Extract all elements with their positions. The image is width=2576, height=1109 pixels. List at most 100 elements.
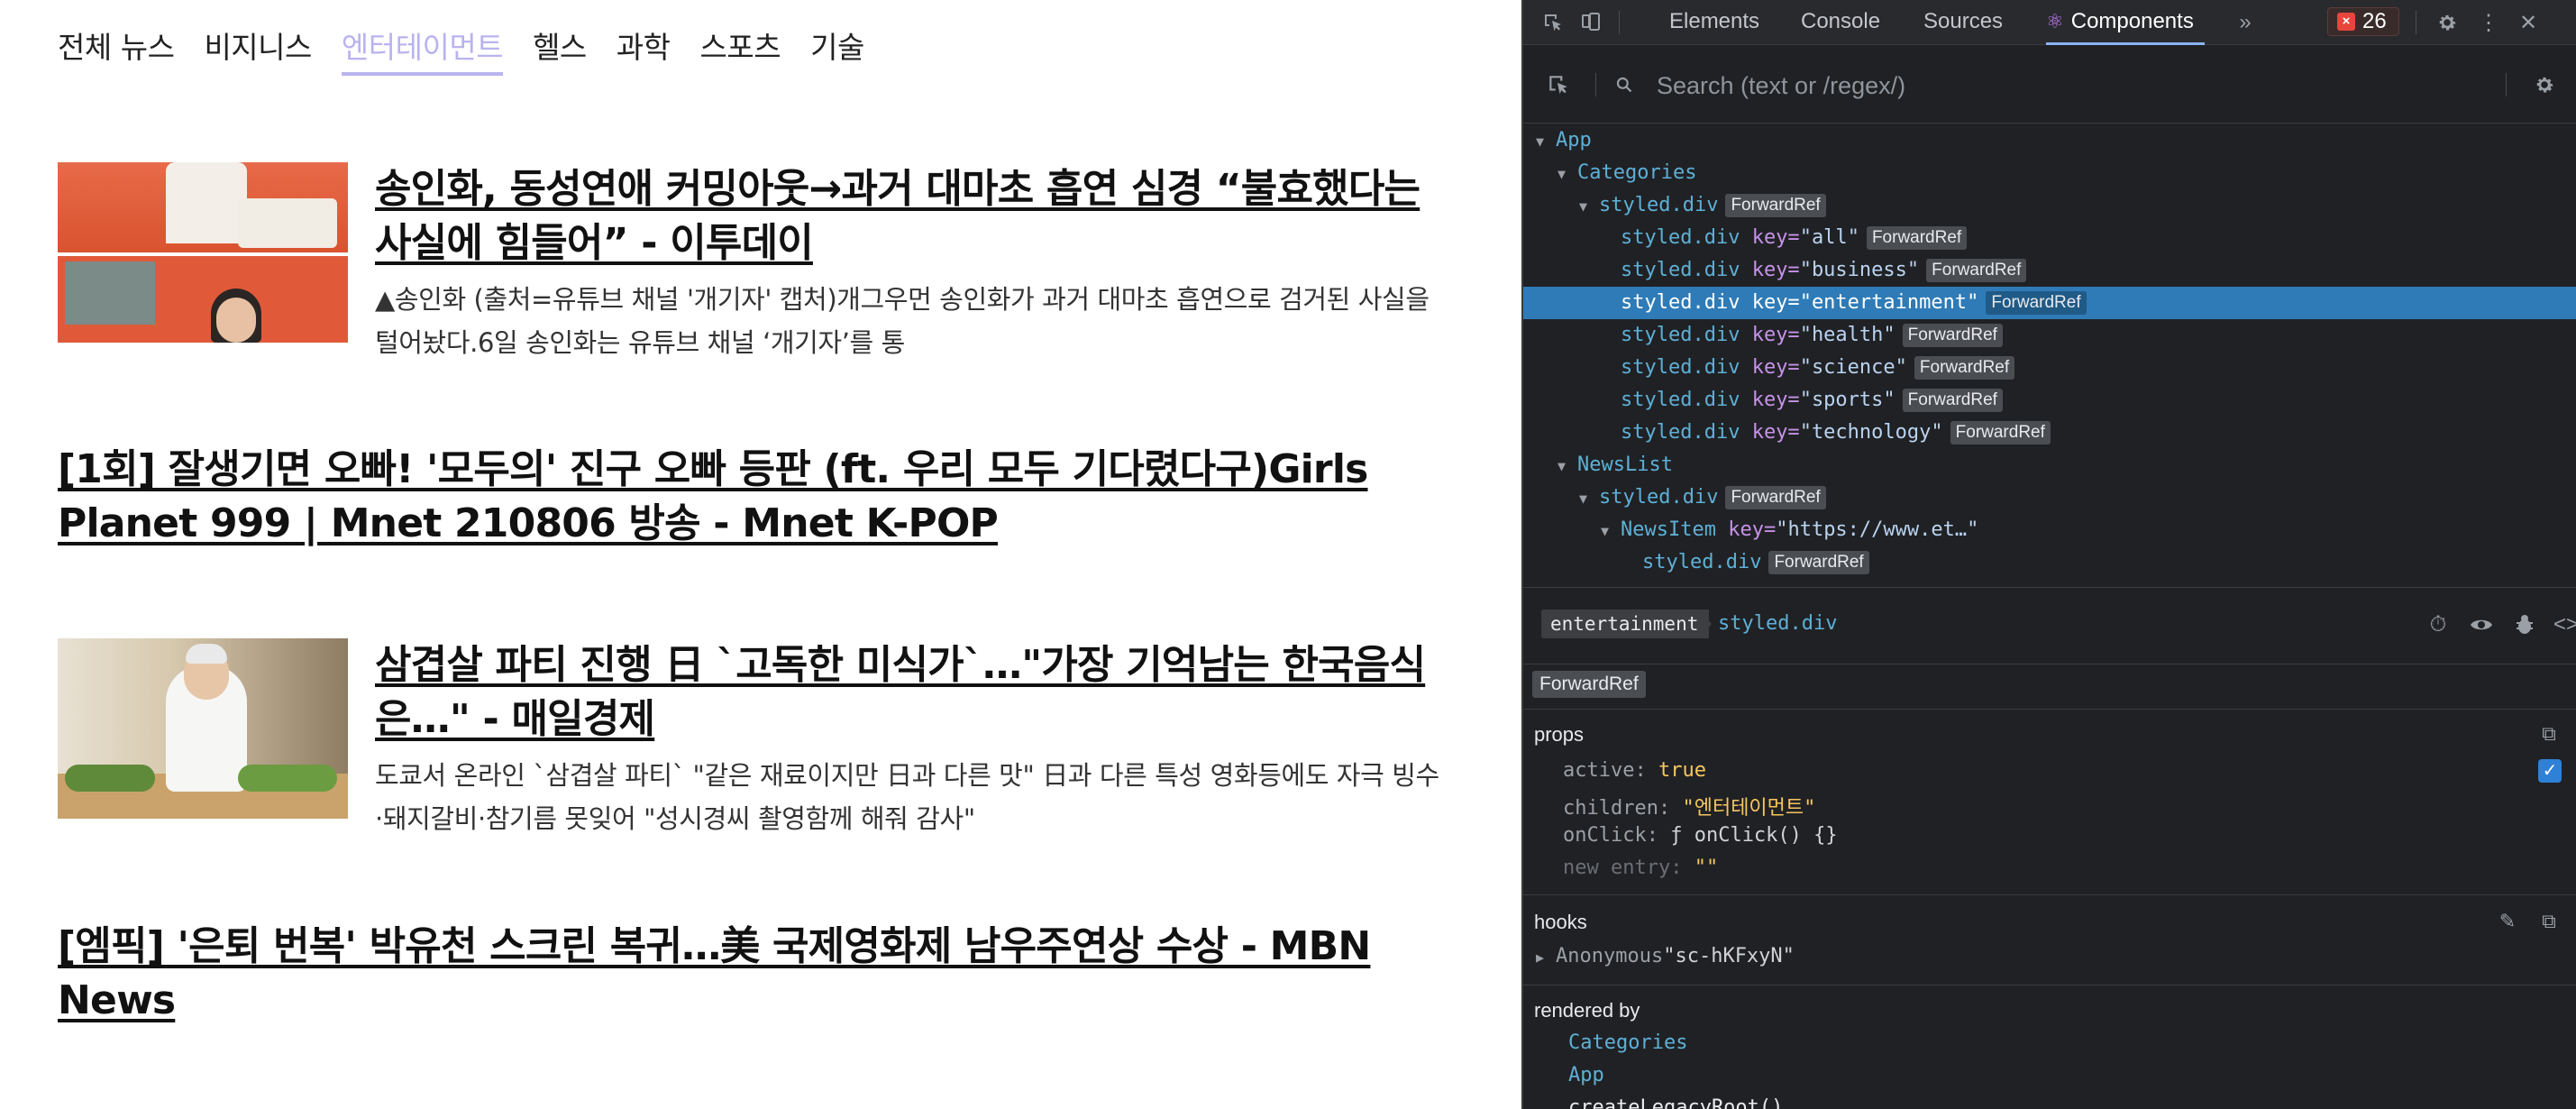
quote: ": [1883, 324, 1895, 346]
category-business[interactable]: 비지니스: [204, 23, 312, 76]
new-prop-row[interactable]: new entry: "": [1563, 857, 1718, 879]
tree-node[interactable]: styled.div key="business" ForwardRef: [1523, 254, 2576, 287]
prop-value[interactable]: "엔터테이먼트": [1682, 797, 1815, 820]
prop-key: active: [1563, 759, 1635, 782]
tree-node-key-label: key=: [1740, 324, 1800, 346]
quote: ": [1895, 356, 1907, 379]
tree-node-name: Categories: [1577, 161, 1697, 184]
tree-node[interactable]: styled.div key="technology" ForwardRef: [1523, 417, 2576, 449]
tree-node[interactable]: styled.div key="science" ForwardRef: [1523, 352, 2576, 384]
news-item: [1회] 잘생기면 오빠! '모두의' 진구 오빠 등판 (ft. 우리 모두 …: [58, 443, 1446, 551]
forwardref-badge: ForwardRef: [1866, 226, 1968, 250]
copy-icon[interactable]: ⧉: [2536, 721, 2562, 747]
tree-node-key-value: sports: [1811, 389, 1884, 411]
prop-row[interactable]: children: "엔터테이먼트": [1563, 792, 1815, 820]
prop-value[interactable]: "": [1694, 857, 1719, 879]
bug-icon[interactable]: [2511, 611, 2538, 638]
breadcrumb-component[interactable]: styled.div: [1718, 609, 1837, 638]
tree-node[interactable]: ▼ NewsItem key="https://www.et…": [1523, 514, 2576, 546]
news-item: 송인화, 동성연애 커밍아웃→과거 대마초 흡연 심경 “불효했다는 사실에 힘…: [58, 162, 1446, 364]
tree-node[interactable]: ▼ App: [1523, 124, 2576, 157]
tree-node-key-value: health: [1811, 324, 1884, 346]
news-title-link[interactable]: 송인화, 동성연애 커밍아웃→과거 대마초 흡연 심경 “불효했다는 사실에 힘…: [375, 162, 1446, 270]
expand-triangle-icon[interactable]: ▼: [1557, 158, 1577, 190]
tab-console[interactable]: Console: [1801, 0, 1880, 45]
prop-value[interactable]: true: [1658, 759, 1706, 782]
stopwatch-icon[interactable]: ⏱: [2425, 611, 2452, 638]
eye-icon[interactable]: [2468, 611, 2495, 638]
inspect-element-icon[interactable]: [1539, 9, 1567, 36]
tab-sources[interactable]: Sources: [1923, 0, 2003, 45]
news-thumbnail[interactable]: [58, 638, 348, 819]
gear-icon[interactable]: [2531, 71, 2558, 98]
kebab-menu-icon[interactable]: ⋮: [2475, 9, 2502, 36]
component-search-input[interactable]: [1657, 68, 2396, 104]
tree-node[interactable]: styled.div key="all" ForwardRef: [1523, 222, 2576, 254]
gear-icon[interactable]: [2434, 9, 2461, 36]
prop-row[interactable]: active: true: [1563, 759, 1706, 782]
active-checkbox[interactable]: ✓: [2538, 759, 2562, 783]
quote: ": [1883, 389, 1895, 411]
tree-node-name: styled.div: [1621, 226, 1740, 249]
double-chevron-right-icon[interactable]: »: [2232, 9, 2259, 36]
rendered-by-item[interactable]: Categories: [1568, 1031, 1687, 1054]
category-technology[interactable]: 기술: [810, 23, 864, 76]
tree-node-key-value: business: [1811, 259, 1907, 281]
close-icon[interactable]: ✕: [2515, 9, 2542, 36]
prop-colon: :: [1634, 759, 1658, 782]
rendered-by-item: createLegacyRoot(): [1568, 1096, 1784, 1109]
expand-triangle-icon[interactable]: ▼: [1579, 190, 1599, 223]
tree-node[interactable]: styled.div key="entertainment" ForwardRef: [1523, 287, 2576, 319]
error-count: 26: [2362, 9, 2387, 33]
category-science[interactable]: 과학: [617, 23, 671, 76]
category-health[interactable]: 헬스: [533, 23, 587, 76]
tree-node[interactable]: styled.div key="sports" ForwardRef: [1523, 384, 2576, 417]
news-thumbnail[interactable]: [58, 162, 348, 343]
prop-key: onClick: [1563, 824, 1647, 847]
tree-node[interactable]: ▼ Categories: [1523, 157, 2576, 189]
component-tree: ▼ App ▼ Categories ▼ styled.div ForwardRef styl…: [1523, 124, 2576, 586]
tab-components[interactable]: ⚛ Components: [2046, 0, 2205, 45]
prop-row[interactable]: onClick: ƒ onClick() {}: [1563, 824, 1838, 847]
tree-node[interactable]: styled.div key="health" ForwardRef: [1523, 319, 2576, 352]
quote: ": [1906, 259, 1920, 281]
tree-node[interactable]: ▼ styled.div ForwardRef: [1523, 481, 2576, 514]
device-toolbar-icon[interactable]: [1577, 9, 1604, 36]
copy-icon[interactable]: ⧉: [2536, 909, 2562, 934]
expand-triangle-icon[interactable]: ▼: [1601, 515, 1621, 547]
expand-triangle-icon[interactable]: ▼: [1579, 482, 1599, 515]
category-all[interactable]: 전체 뉴스: [58, 23, 175, 76]
tree-node-name: styled.div: [1621, 259, 1740, 281]
tab-elements[interactable]: Elements: [1669, 0, 1759, 45]
prop-key[interactable]: new entry: [1563, 857, 1670, 879]
magic-wand-icon[interactable]: ✎: [2495, 909, 2520, 934]
forwardref-badge: ForwardRef: [1902, 324, 2003, 347]
components-toolbar: [1523, 46, 2576, 124]
news-title-link[interactable]: [1회] 잘생기면 오빠! '모두의' 진구 오빠 등판 (ft. 우리 모두 …: [58, 443, 1446, 551]
devtools-tab-bar: Elements Console Sources ⚛ Components » ×…: [1523, 0, 2576, 45]
prop-value[interactable]: ƒ onClick() {}: [1670, 824, 1837, 847]
expand-triangle-icon[interactable]: ▶: [1536, 949, 1556, 966]
expand-triangle-icon[interactable]: ▼: [1557, 450, 1577, 482]
expand-triangle-icon[interactable]: ▼: [1536, 125, 1556, 158]
category-entertainment[interactable]: 엔터테이먼트: [341, 23, 504, 76]
hook-row[interactable]: ▶ Anonymous"sc-hKFxyN": [1536, 945, 1795, 967]
code-icon[interactable]: <>: [2553, 611, 2576, 638]
tree-node[interactable]: ▼ NewsList: [1523, 449, 2576, 481]
news-title-link[interactable]: 삼겹살 파티 진행 日 `고독한 미식가`…"가장 기억남는 한국음식은…" -…: [375, 638, 1446, 747]
props-section-title: props: [1534, 723, 1585, 746]
quote: ": [1967, 518, 1979, 541]
error-count-badge[interactable]: × 26: [2327, 7, 2399, 36]
quote: ": [1799, 356, 1812, 379]
category-sports[interactable]: 스포츠: [700, 23, 781, 76]
hook-name: Anonymous: [1556, 945, 1664, 967]
news-title-link[interactable]: [엠픽] '은퇴 번복' 박유천 스크린 복귀…美 국제영화제 남우주연상 수상…: [58, 920, 1446, 1028]
forwardref-badge: ForwardRef: [1532, 671, 1646, 698]
tree-node[interactable]: ▼ styled.div ForwardRef: [1523, 189, 2576, 222]
tree-node-name: styled.div: [1621, 389, 1740, 411]
news-body: 삼겹살 파티 진행 日 `고독한 미식가`…"가장 기억남는 한국음식은…" -…: [375, 638, 1446, 840]
select-element-icon[interactable]: [1545, 71, 1572, 98]
breadcrumb-key[interactable]: entertainment: [1541, 609, 1710, 638]
rendered-by-item[interactable]: App: [1568, 1064, 1604, 1086]
tree-node[interactable]: styled.div ForwardRef: [1523, 546, 2576, 579]
